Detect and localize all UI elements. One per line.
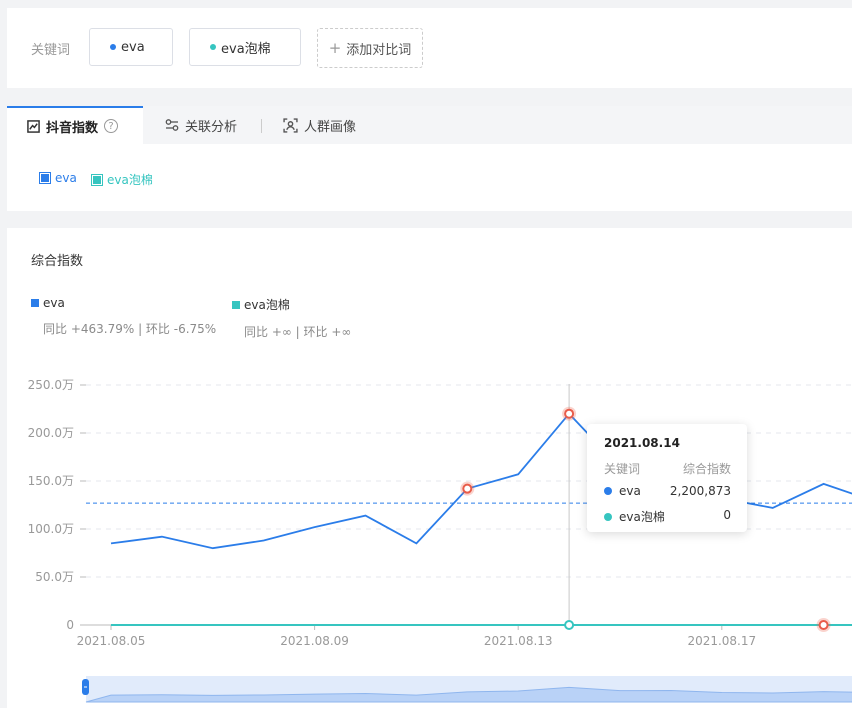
y-tick-label: 200.0万: [28, 426, 74, 440]
tooltip-row-eva-foam: eva泡棉 0: [604, 508, 731, 525]
y-tick-label: 150.0万: [28, 474, 74, 488]
tooltip-row-eva: eva 2,200,873: [604, 484, 731, 498]
data-point-marker: [818, 620, 829, 630]
x-tick-label: 2021.08.13: [484, 634, 553, 648]
data-point-marker: [462, 483, 473, 494]
series-dot-icon: [604, 487, 612, 495]
x-tick-label: 2021.08.05: [77, 634, 146, 648]
tooltip-row-value: 0: [723, 508, 731, 522]
line-chart[interactable]: 0 50.0万 100.0万 150.0万 200.0万 250.0万 2021.08.05…: [0, 0, 852, 708]
tooltip-col-keyword: 关键词: [604, 462, 641, 476]
y-tick-label: 0: [66, 618, 74, 632]
tooltip-row-name: eva: [619, 484, 641, 498]
tooltip-row-value: 2,200,873: [669, 484, 731, 498]
data-point-marker: [564, 408, 575, 419]
x-tick-label: 2021.08.17: [687, 634, 756, 648]
tooltip-col-value: 综合指数: [682, 462, 731, 476]
tooltip-header: 关键词 综合指数: [604, 460, 731, 477]
y-tick-label: 100.0万: [28, 522, 74, 536]
series-dot-icon: [604, 512, 612, 521]
data-point-marker: [564, 620, 575, 630]
chart-tooltip: 2021.08.14 关键词 综合指数 eva 2,200,873 eva泡棉 …: [587, 424, 747, 532]
y-tick-label: 50.0万: [35, 570, 74, 584]
x-tick-label: 2021.08.09: [280, 634, 349, 648]
y-tick-label: 250.0万: [28, 378, 74, 392]
tooltip-date: 2021.08.14: [604, 436, 680, 450]
tooltip-row-name: eva泡棉: [619, 510, 665, 524]
